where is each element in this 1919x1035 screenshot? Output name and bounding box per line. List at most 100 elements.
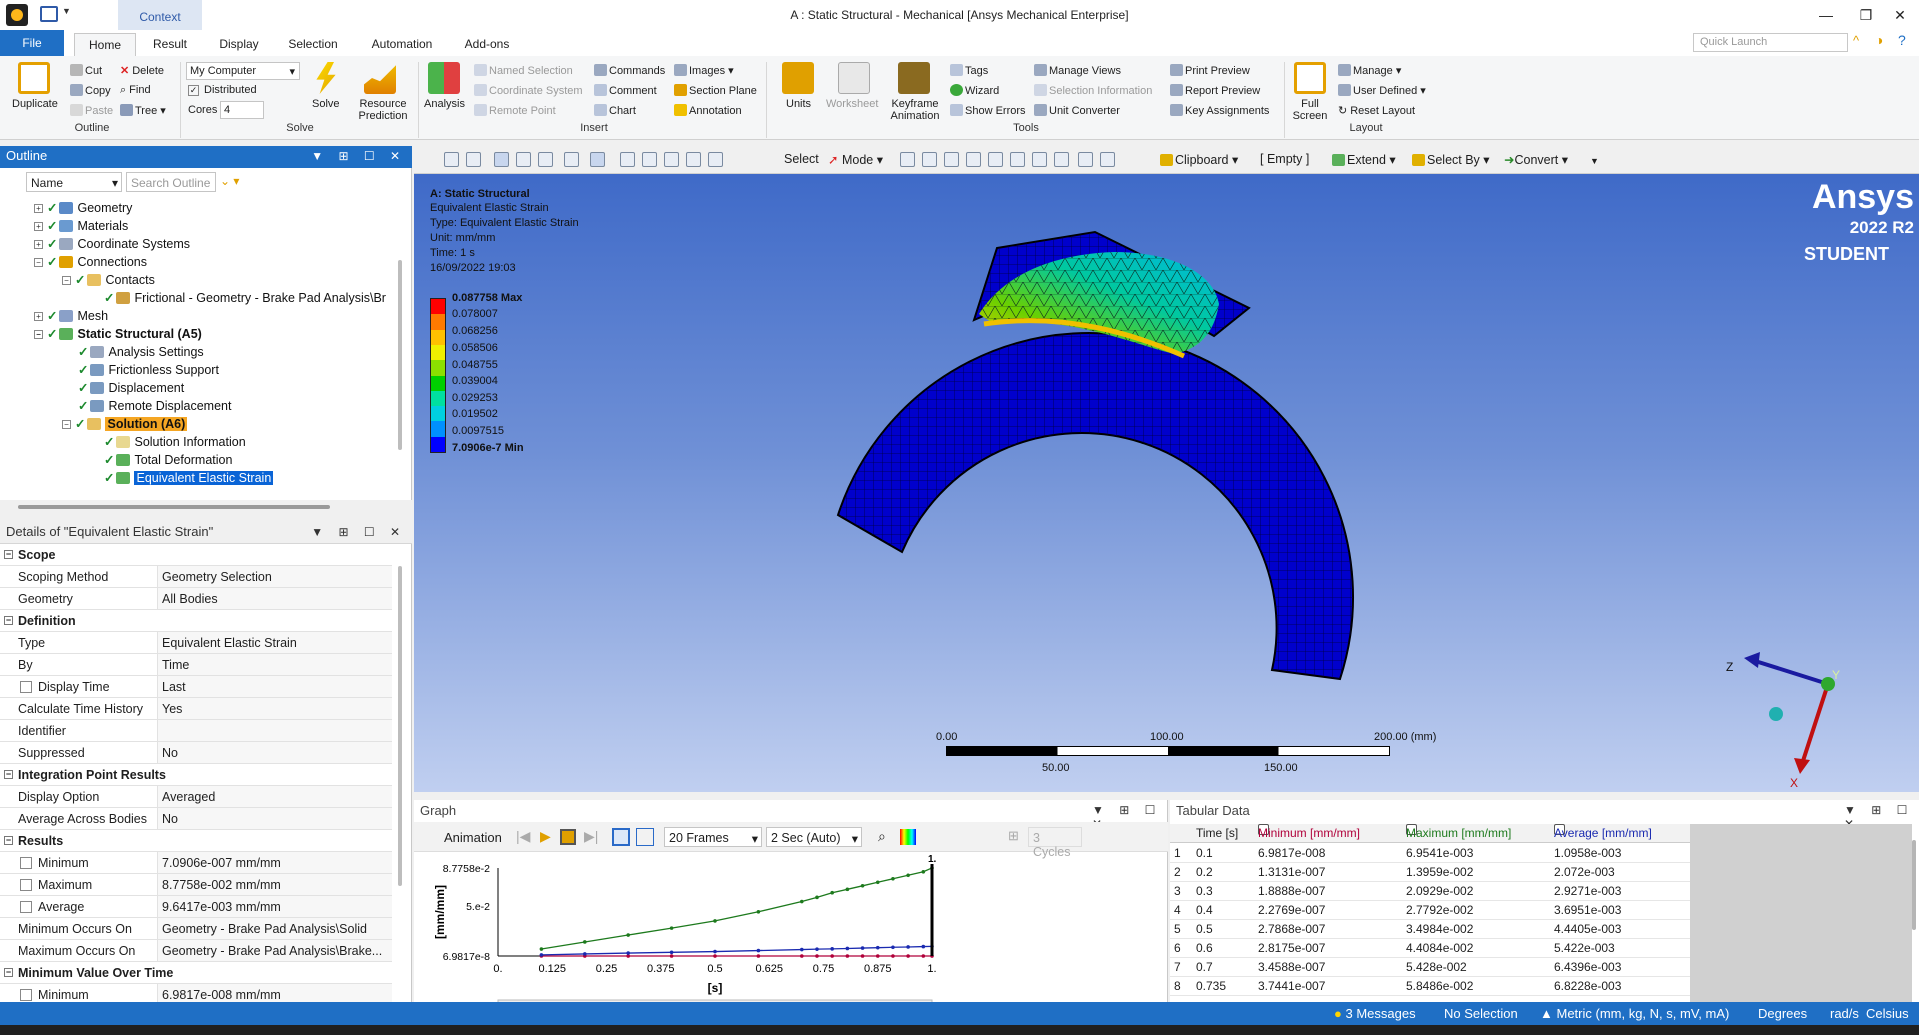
distributed-checkbox[interactable]: ✓ Distributed [188, 84, 257, 96]
details-scrollbar[interactable] [398, 566, 402, 886]
tab-result[interactable]: Result [140, 33, 200, 56]
selection-information-button[interactable]: Selection Information [1034, 84, 1152, 97]
details-section-integration-point-results[interactable]: − Integration Point Results [0, 764, 392, 786]
speed-select[interactable]: 2 Sec (Auto) ▾ [766, 827, 862, 847]
panel-controls[interactable]: ▼ ⊞ ☐ ✕ [311, 146, 406, 166]
play-icon[interactable]: ▶ [540, 828, 551, 845]
full-screen-icon[interactable] [1294, 62, 1326, 94]
details-checkbox[interactable] [20, 989, 32, 1001]
tree-item-solution[interactable]: − ✓ Solution (A6) [62, 416, 188, 431]
select-edge-icon[interactable] [922, 152, 937, 167]
details-row[interactable]: Maximum Occurs On Geometry - Brake Pad An… [0, 940, 392, 962]
color-legend-bar[interactable] [430, 298, 446, 453]
keyframe-animation-button[interactable]: Keyframe Animation [886, 98, 944, 122]
details-row[interactable]: Identifier [0, 720, 392, 742]
clipboard-button[interactable]: Clipboard ▾ [1160, 152, 1238, 167]
select-element-face-icon[interactable] [1032, 152, 1047, 167]
unit-converter-button[interactable]: Unit Converter [1034, 104, 1120, 117]
resource-prediction-icon[interactable] [364, 65, 396, 94]
minimize-button[interactable]: — [1806, 0, 1846, 30]
zoom-icon[interactable] [642, 152, 657, 167]
close-button[interactable]: ✕ [1880, 0, 1919, 30]
table-row[interactable]: 2 0.2 1.3131e-007 1.3959e-002 2.072e-003 [1170, 863, 1690, 882]
annotation-button[interactable]: Annotation [674, 104, 742, 117]
details-checkbox[interactable] [20, 901, 32, 913]
name-filter-select[interactable]: Name ▾ [26, 172, 122, 192]
find-button[interactable]: ⌕ Find [120, 84, 151, 97]
details-row[interactable]: Geometry All Bodies [0, 588, 392, 610]
outline-vertical-scrollbar[interactable] [398, 260, 402, 450]
select-face-icon[interactable] [944, 152, 959, 167]
tree-button[interactable]: Tree ▾ [120, 104, 166, 117]
mode-button[interactable]: ➚ Mode ▾ [828, 152, 883, 167]
comment-button[interactable]: Comment [594, 84, 657, 97]
rotate-icon[interactable] [590, 152, 605, 167]
tree-item-displacement[interactable]: ✓ Displacement [78, 380, 184, 395]
probe-icon[interactable] [1100, 152, 1115, 167]
extend-button[interactable]: Extend ▾ [1332, 152, 1396, 167]
select-vertex-icon[interactable] [900, 152, 915, 167]
tree-item-frictional-contact[interactable]: ✓ Frictional - Geometry - Brake Pad Analy… [104, 290, 386, 305]
wireframe-view-icon[interactable] [516, 152, 531, 167]
details-checkbox[interactable] [20, 681, 32, 693]
select-body-icon[interactable] [966, 152, 981, 167]
manage-views-button[interactable]: Manage Views [1034, 64, 1121, 77]
manage-layout-button[interactable]: Manage ▾ [1338, 64, 1401, 77]
cycles-select[interactable]: 3 Cycles [1028, 827, 1082, 859]
tree-item-analysis-settings[interactable]: ✓ Analysis Settings [78, 344, 204, 359]
units-icon[interactable] [782, 62, 814, 94]
zoom-fit-icon[interactable] [686, 152, 701, 167]
help-icon[interactable]: ? [1898, 32, 1906, 48]
next-frame-icon[interactable]: ▶| [584, 828, 598, 845]
tree-item-remote-displacement[interactable]: ✓ Remote Displacement [78, 398, 231, 413]
legend-toggle-icon[interactable] [900, 829, 916, 845]
distributed-frames-icon[interactable] [612, 828, 630, 846]
angle-units[interactable]: Degrees [1758, 1002, 1807, 1025]
shaded-edges-icon[interactable] [538, 152, 553, 167]
details-row[interactable]: Minimum Occurs On Geometry - Brake Pad An… [0, 918, 392, 940]
stop-icon[interactable] [560, 829, 576, 845]
frames-select[interactable]: 20 Frames ▾ [664, 827, 762, 847]
solve-icon[interactable] [316, 62, 336, 94]
delete-button[interactable]: ✕ Delete [120, 64, 164, 77]
toolbar-overflow-icon[interactable]: ▼ [1590, 156, 1599, 166]
graph-chart[interactable]: 0. 0.125 0.25 0.375 0.5 0.625 0.75 0.875 1. 8.775… [414, 852, 1168, 1002]
tab-add-ons[interactable]: Add-ons [456, 33, 518, 56]
quick-launch-input[interactable]: Quick Launch [1693, 33, 1848, 52]
commands-button[interactable]: Commands [594, 64, 665, 77]
named-selection-button[interactable]: Named Selection [474, 64, 573, 77]
rate-units[interactable]: rad/s [1830, 1002, 1859, 1025]
details-section-minimum-value-over-time[interactable]: − Minimum Value Over Time [0, 962, 392, 984]
computer-select[interactable]: My Computer ▾ [186, 62, 300, 80]
tree-item-total-deformation[interactable]: ✓ Total Deformation [104, 452, 232, 467]
table-row[interactable]: 4 0.4 2.2769e-007 2.7792e-002 3.6951e-003 [1170, 901, 1690, 920]
messages-indicator[interactable]: ● 3 Messages [1334, 1002, 1416, 1025]
resource-prediction-button[interactable]: Resource Prediction [354, 98, 412, 122]
details-row[interactable]: By Time [0, 654, 392, 676]
outline-horizontal-scrollbar[interactable] [18, 505, 330, 509]
graphics-viewport[interactable]: A: Static Structural Equivalent Elastic … [414, 174, 1919, 792]
worksheet-icon[interactable] [838, 62, 870, 94]
solve-button[interactable]: Solve [312, 98, 340, 110]
select-box-icon[interactable] [564, 152, 579, 167]
details-checkbox[interactable] [20, 857, 32, 869]
wizard-button[interactable]: Wizard [950, 84, 999, 97]
table-row[interactable]: 1 0.1 6.9817e-008 6.9541e-003 1.0958e-003 [1170, 844, 1690, 863]
tab-file[interactable]: File [0, 30, 64, 56]
tree-item-geometry[interactable]: + ✓ Geometry [34, 200, 132, 215]
cycles-icon[interactable]: ⊞ [1008, 828, 1019, 844]
select-node-icon[interactable] [988, 152, 1003, 167]
settings-icon[interactable]: ◑ [1875, 32, 1883, 48]
table-row[interactable]: 7 0.7 3.4588e-007 5.428e-002 6.4396e-003 [1170, 958, 1690, 977]
panel-controls[interactable]: ▼ ⊞ ☐ ✕ [311, 522, 406, 542]
select-button[interactable]: Select [784, 152, 819, 166]
tags-button[interactable]: Tags [950, 64, 988, 77]
select-by-button[interactable]: Select By ▾ [1412, 152, 1490, 167]
tree-item-coordinate-systems[interactable]: + ✓ Coordinate Systems [34, 236, 190, 251]
remote-point-button[interactable]: Remote Point [474, 104, 556, 117]
tree-item-frictionless-support[interactable]: ✓ Frictionless Support [78, 362, 219, 377]
user-defined-button[interactable]: User Defined ▾ [1338, 84, 1426, 97]
tab-display[interactable]: Display [208, 33, 270, 56]
coordinate-system-button[interactable]: Coordinate System [474, 84, 583, 97]
filter-chevron-icon[interactable]: ⌄ ▾ [220, 174, 239, 188]
